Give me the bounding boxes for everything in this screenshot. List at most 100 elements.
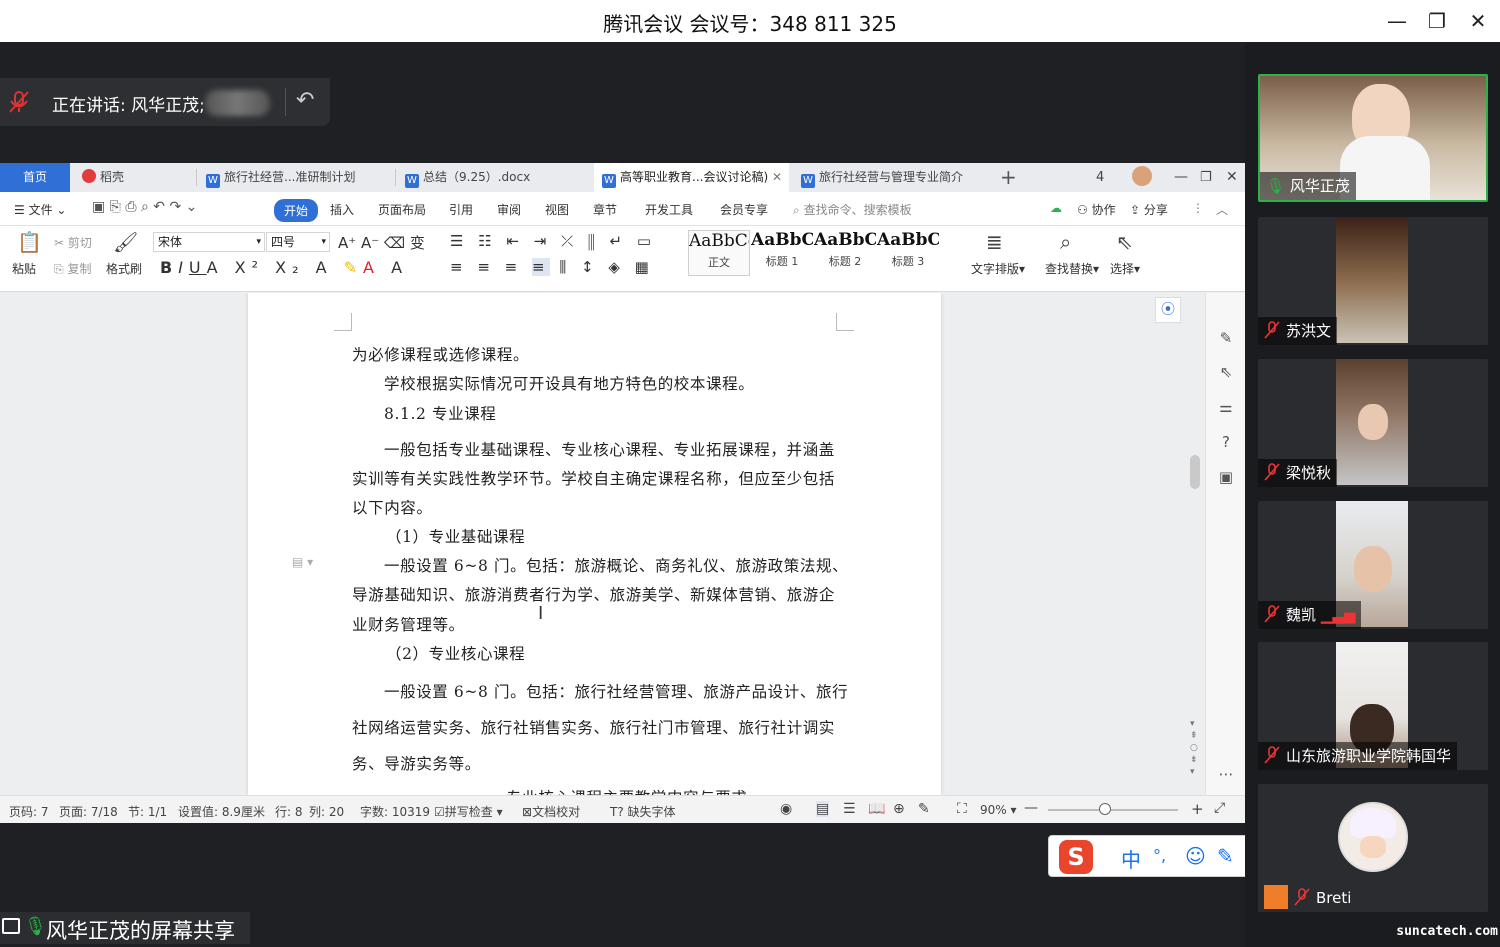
style-heading-3[interactable]: AaBbC 标题 3 — [877, 230, 939, 276]
doc-subheading: （1）专业基础课程 — [386, 528, 526, 546]
style-heading-1[interactable]: AaBbC 标题 1 — [751, 230, 813, 276]
menu-start[interactable]: 开始 — [274, 199, 319, 222]
page-nav-icons[interactable]: ▾ ⇞ ○ ⇟ ▾ — [1190, 718, 1198, 778]
file-menu[interactable]: ☰ 文件 ⌄ — [14, 201, 66, 218]
scrollbar-thumb[interactable] — [1190, 455, 1200, 489]
page-view-icon[interactable]: ▤ — [816, 801, 830, 817]
edit-pen-icon[interactable]: ✎ — [1217, 329, 1235, 347]
web-view-icon[interactable]: ⊕ — [893, 801, 905, 817]
wps-minimize-icon[interactable]: — — [1166, 163, 1190, 192]
zoom-in-icon[interactable]: + — [1191, 800, 1204, 818]
tab-plan-doc[interactable]: W 旅行社经营...准研制计划 — [198, 163, 393, 192]
new-tab-icon[interactable]: + — [992, 163, 1022, 192]
image-tool-icon[interactable]: ▣ — [1217, 468, 1235, 486]
menu-member[interactable]: 会员专享 — [720, 201, 768, 218]
status-word-count[interactable]: 字数: 10319 — [360, 803, 430, 820]
quick-access-icons[interactable]: ▣ ⎘ ⎙ ⌕ ↶ ↷ ⌄ — [92, 199, 197, 215]
menu-insert[interactable]: 插入 — [330, 201, 354, 218]
paste-icon[interactable]: 📋 — [17, 230, 42, 254]
participant-tile[interactable]: Breti — [1258, 784, 1488, 912]
vertical-scrollbar[interactable]: ▾ ⇞ ○ ⇟ ▾ — [1186, 293, 1204, 795]
list-tools[interactable]: ☰ ☷ ⇤ ⇥ ⤫ ⫼ ↵ ▭ — [450, 232, 656, 250]
font-family-select[interactable]: 宋体 ▾ — [153, 232, 265, 252]
find-replace-button[interactable]: 查找替换▾ — [1045, 260, 1099, 277]
muted-mic-icon — [1264, 321, 1280, 339]
eye-protect-icon[interactable]: ◉ — [780, 801, 792, 817]
document-page[interactable]: 为必修课程或选修课程。 学校根据实际情况可开设具有地方特色的校本课程。 8.1.… — [248, 293, 941, 795]
ime-punct-toggle[interactable]: °, — [1153, 846, 1166, 865]
tab-active-doc[interactable]: W 高等职业教育...会议讨论稿) ✕ — [594, 163, 789, 192]
tab-home[interactable]: 首页 — [0, 163, 70, 192]
sogou-logo-icon[interactable]: S — [1059, 840, 1093, 874]
wps-close-icon[interactable]: ✕ — [1218, 163, 1242, 192]
style-heading-2[interactable]: AaBbC 标题 2 — [814, 230, 876, 276]
missing-font-button[interactable]: T? 缺失字体 — [610, 803, 676, 820]
paste-button[interactable]: 粘贴 — [12, 260, 36, 277]
cloud-sync-icon[interactable]: ☁ — [1050, 201, 1062, 215]
write-view-icon[interactable]: ✎ — [918, 801, 930, 817]
tab-intro-doc[interactable]: W 旅行社经营与管理专业简介 — [793, 163, 983, 192]
participant-tile[interactable]: 苏洪文 — [1258, 217, 1488, 345]
style-normal[interactable]: AaBbCcD正文 — [688, 230, 750, 276]
fullscreen-icon[interactable]: ⤢ — [1214, 800, 1225, 816]
paragraph-tools[interactable]: ≡ ≡ ≡ ≡ ⫼ ↕ ◈ ▦ — [450, 258, 654, 276]
wps-restore-icon[interactable]: ❐ — [1192, 163, 1216, 192]
collab-button[interactable]: ⚇ 协作 — [1077, 201, 1116, 218]
collapse-ribbon-icon[interactable]: ︿ — [1216, 201, 1228, 218]
participant-tile[interactable]: 魏凯 ▁▃▅ — [1258, 501, 1488, 629]
spell-check-button[interactable]: ☑拼写检查 ▾ — [434, 803, 503, 820]
outline-view-icon[interactable]: ☰ — [843, 801, 856, 817]
muted-mic-icon — [1264, 463, 1280, 481]
location-pin-icon[interactable]: ⦿ — [1155, 297, 1181, 323]
window-count-icon[interactable]: 4 — [1088, 163, 1116, 192]
paragraph-icon[interactable]: ▤ ▾ — [292, 555, 313, 569]
close-icon[interactable]: ✕ — [1463, 6, 1493, 36]
text-layout-button[interactable]: 文字排版▾ — [971, 260, 1025, 277]
fit-page-icon[interactable]: ⛶ — [957, 801, 967, 817]
share-button[interactable]: ⇪ 分享 — [1130, 201, 1168, 218]
settings-slider-icon[interactable]: ⚌ — [1217, 398, 1235, 416]
copy-button[interactable]: ⎘ 复制 — [54, 260, 91, 277]
tab-daoke[interactable]: 稻壳 — [74, 163, 194, 192]
help-icon[interactable]: ? — [1217, 433, 1235, 451]
zoom-select[interactable]: 90% ▾ — [980, 803, 1017, 817]
command-search[interactable]: ⌕ 查找命令、搜索模板 — [793, 201, 912, 218]
reply-icon[interactable]: ↶ — [296, 88, 314, 113]
font-style-tools[interactable]: BIUA X² X₂ A ✎A A — [160, 258, 408, 277]
menu-page-layout[interactable]: 页面布局 — [378, 201, 426, 218]
zoom-out-icon[interactable]: — — [1024, 800, 1038, 816]
skin-icon[interactable]: ✎ — [1217, 844, 1234, 868]
select-button[interactable]: 选择▾ — [1110, 260, 1140, 277]
status-section: 节: 1/1 — [128, 805, 168, 819]
menu-reference[interactable]: 引用 — [449, 201, 473, 218]
menu-view[interactable]: 视图 — [545, 201, 569, 218]
participant-tile[interactable]: 梁悦秋 — [1258, 359, 1488, 487]
participant-tile[interactable]: 🎙 风华正茂 — [1258, 74, 1488, 202]
font-size-tools[interactable]: A⁺ A⁻ ⌫ 变 — [338, 232, 425, 253]
zoom-slider-thumb[interactable] — [1099, 803, 1111, 815]
ime-lang-toggle[interactable]: 中 — [1121, 844, 1141, 873]
doc-proof-button[interactable]: ⊠文档校对 — [522, 803, 580, 820]
read-view-icon[interactable]: 📖 — [868, 801, 885, 817]
status-page[interactable]: 页面: 7/18 — [59, 803, 118, 820]
close-tab-icon[interactable]: ✕ — [772, 170, 782, 184]
menu-review[interactable]: 审阅 — [497, 201, 521, 218]
cut-button[interactable]: ✂ 剪切 — [54, 234, 92, 251]
user-avatar[interactable] — [1124, 163, 1154, 192]
emoji-icon[interactable]: ☺ — [1185, 844, 1206, 868]
doc-subheading: （2）专业核心课程 — [386, 645, 526, 663]
menu-developer[interactable]: 开发工具 — [645, 201, 693, 218]
participant-tile[interactable]: 山东旅游职业学院韩国华 — [1258, 642, 1488, 770]
format-painter-icon[interactable]: 🖌 — [113, 230, 138, 254]
more-dots-icon[interactable]: ⋯ — [1217, 765, 1235, 783]
font-size-select[interactable]: 四号 ▾ — [266, 232, 330, 252]
screen-share-label: 🎙 风华正茂的屏幕共享 — [0, 912, 250, 944]
pointer-icon[interactable]: ⇖ — [1217, 363, 1235, 381]
restore-icon[interactable]: ❐ — [1422, 6, 1452, 36]
zoom-slider[interactable] — [1048, 809, 1178, 811]
tab-summary-doc[interactable]: W 总结（9.25）.docx — [397, 163, 592, 192]
menu-chapter[interactable]: 章节 — [593, 201, 617, 218]
more-icon[interactable]: ⋮ — [1192, 201, 1204, 215]
minimize-icon[interactable]: — — [1382, 6, 1412, 36]
format-painter-button[interactable]: 格式刷 — [106, 260, 142, 277]
